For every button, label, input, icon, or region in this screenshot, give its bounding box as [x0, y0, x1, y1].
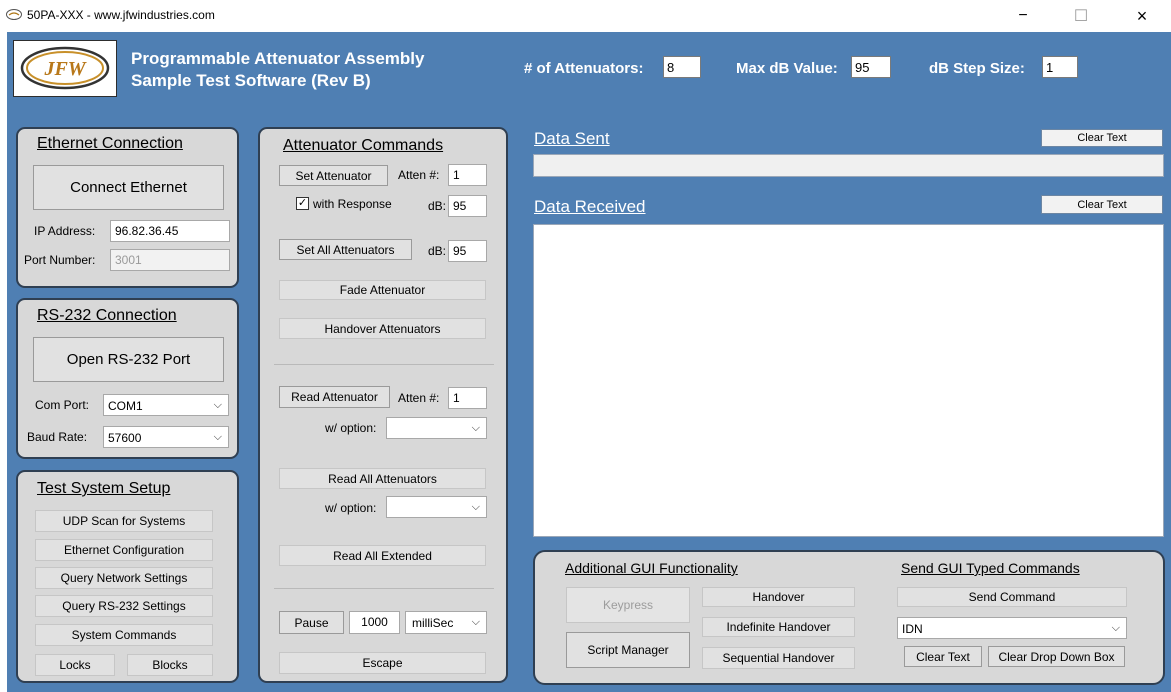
- set-attenuator-button[interactable]: Set Attenuator: [279, 165, 388, 186]
- jfw-logo: JFW: [13, 40, 117, 97]
- db-label: dB:: [428, 199, 447, 213]
- clear-text-button[interactable]: Clear Text: [904, 646, 982, 667]
- w-option-label-2: w/ option:: [325, 501, 377, 515]
- ethernet-configuration-button[interactable]: Ethernet Configuration: [35, 539, 213, 561]
- connect-ethernet-button[interactable]: Connect Ethernet: [33, 165, 224, 210]
- command-value: IDN: [902, 622, 923, 636]
- set-all-attenuators-button[interactable]: Set All Attenuators: [279, 239, 412, 260]
- test-setup-title: Test System Setup: [37, 480, 171, 497]
- atten-number-input[interactable]: 1: [448, 164, 487, 186]
- indefinite-handover-button[interactable]: Indefinite Handover: [702, 617, 855, 637]
- attenuator-commands-title: Attenuator Commands: [283, 137, 444, 154]
- divider: [274, 588, 494, 589]
- close-button[interactable]: ×: [1119, 0, 1165, 32]
- pause-duration-input[interactable]: 1000: [349, 611, 400, 634]
- ip-address-input[interactable]: 96.82.36.45: [110, 220, 230, 242]
- with-response-label: with Response: [313, 197, 392, 211]
- check-icon: ✓: [297, 197, 308, 209]
- port-number-label: Port Number:: [24, 253, 96, 267]
- read-atten-number-label: Atten #:: [398, 391, 440, 405]
- data-received-title: Data Received: [534, 197, 646, 216]
- set-all-db-input[interactable]: 95: [448, 240, 487, 262]
- baud-rate-value: 57600: [108, 431, 142, 445]
- app-heading-line-2: Sample Test Software (Rev B): [131, 71, 371, 90]
- data-sent-box[interactable]: [533, 154, 1164, 177]
- blocks-button[interactable]: Blocks: [127, 654, 213, 676]
- num-attenuators-label: # of Attenuators:: [524, 60, 644, 77]
- chevron-down-icon: ⌵: [471, 422, 480, 434]
- pause-button[interactable]: Pause: [279, 611, 344, 634]
- set-all-db-label: dB:: [428, 244, 447, 258]
- script-manager-button[interactable]: Script Manager: [566, 632, 690, 668]
- sequential-handover-button[interactable]: Sequential Handover: [702, 647, 855, 669]
- chevron-down-icon: ⌵: [213, 399, 222, 411]
- max-db-input[interactable]: 95: [851, 56, 891, 78]
- read-atten-number-input[interactable]: 1: [448, 387, 487, 409]
- read-all-option-select[interactable]: ⌵: [386, 496, 487, 518]
- divider: [274, 364, 494, 365]
- read-all-extended-button[interactable]: Read All Extended: [279, 545, 486, 566]
- udp-scan-button[interactable]: UDP Scan for Systems: [35, 510, 213, 532]
- app-heading-line-1: Programmable Attenuator Assembly: [131, 49, 425, 68]
- port-number-input[interactable]: 3001: [110, 249, 230, 271]
- chevron-down-icon: ⌵: [471, 616, 480, 628]
- additional-gui-title: Additional GUI Functionality: [565, 560, 738, 576]
- com-port-select[interactable]: COM1 ⌵: [103, 394, 229, 416]
- keypress-button[interactable]: Keypress: [566, 587, 690, 623]
- chevron-down-icon: ⌵: [471, 501, 480, 513]
- com-port-value: COM1: [108, 399, 143, 413]
- num-attenuators-input[interactable]: 8: [663, 56, 701, 78]
- db-input[interactable]: 95: [448, 195, 487, 217]
- query-rs232-settings-button[interactable]: Query RS-232 Settings: [35, 595, 213, 617]
- window-title: 50PA-XXX - www.jfwindustries.com: [27, 8, 215, 22]
- locks-button[interactable]: Locks: [35, 654, 115, 676]
- db-step-input[interactable]: 1: [1042, 56, 1078, 78]
- db-step-label: dB Step Size:: [929, 60, 1025, 77]
- read-attenuator-button[interactable]: Read Attenuator: [279, 386, 390, 408]
- pause-unit-select[interactable]: milliSec ⌵: [405, 611, 487, 634]
- baud-rate-label: Baud Rate:: [27, 430, 88, 444]
- system-commands-button[interactable]: System Commands: [35, 624, 213, 646]
- chevron-down-icon: ⌵: [213, 431, 222, 443]
- com-port-label: Com Port:: [35, 398, 90, 412]
- pause-unit-value: milliSec: [412, 616, 454, 630]
- clear-received-button[interactable]: Clear Text: [1041, 195, 1163, 214]
- escape-button[interactable]: Escape: [279, 652, 486, 674]
- data-sent-title: Data Sent: [534, 129, 610, 148]
- fade-attenuator-button[interactable]: Fade Attenuator: [279, 280, 486, 300]
- max-db-label: Max dB Value:: [736, 60, 838, 77]
- open-rs232-button[interactable]: Open RS-232 Port: [33, 337, 224, 382]
- w-option-label: w/ option:: [325, 421, 377, 435]
- query-network-settings-button[interactable]: Query Network Settings: [35, 567, 213, 589]
- send-command-button[interactable]: Send Command: [897, 587, 1127, 607]
- logo-text: JFW: [43, 58, 86, 80]
- clear-dropdown-button[interactable]: Clear Drop Down Box: [988, 646, 1125, 667]
- handover-attenuators-button[interactable]: Handover Attenuators: [279, 318, 486, 339]
- read-all-attenuators-button[interactable]: Read All Attenuators: [279, 468, 486, 489]
- ip-address-label: IP Address:: [34, 224, 96, 238]
- command-select[interactable]: IDN ⌵: [897, 617, 1127, 639]
- clear-sent-button[interactable]: Clear Text: [1041, 129, 1163, 147]
- baud-rate-select[interactable]: 57600 ⌵: [103, 426, 229, 448]
- atten-number-label: Atten #:: [398, 168, 440, 182]
- maximize-button[interactable]: ☐: [1058, 0, 1104, 32]
- ethernet-title: Ethernet Connection: [37, 135, 183, 152]
- send-typed-commands-title: Send GUI Typed Commands: [901, 560, 1080, 576]
- minimize-button[interactable]: −: [1000, 0, 1046, 32]
- chevron-down-icon: ⌵: [1111, 622, 1120, 634]
- data-received-box[interactable]: [533, 224, 1164, 537]
- read-option-select[interactable]: ⌵: [386, 417, 487, 439]
- rs232-title: RS-232 Connection: [37, 307, 177, 324]
- with-response-checkbox[interactable]: ✓: [296, 197, 309, 210]
- app-logo-icon: [6, 9, 22, 20]
- jfw-logo-icon: JFW: [20, 46, 110, 90]
- handover-button[interactable]: Handover: [702, 587, 855, 607]
